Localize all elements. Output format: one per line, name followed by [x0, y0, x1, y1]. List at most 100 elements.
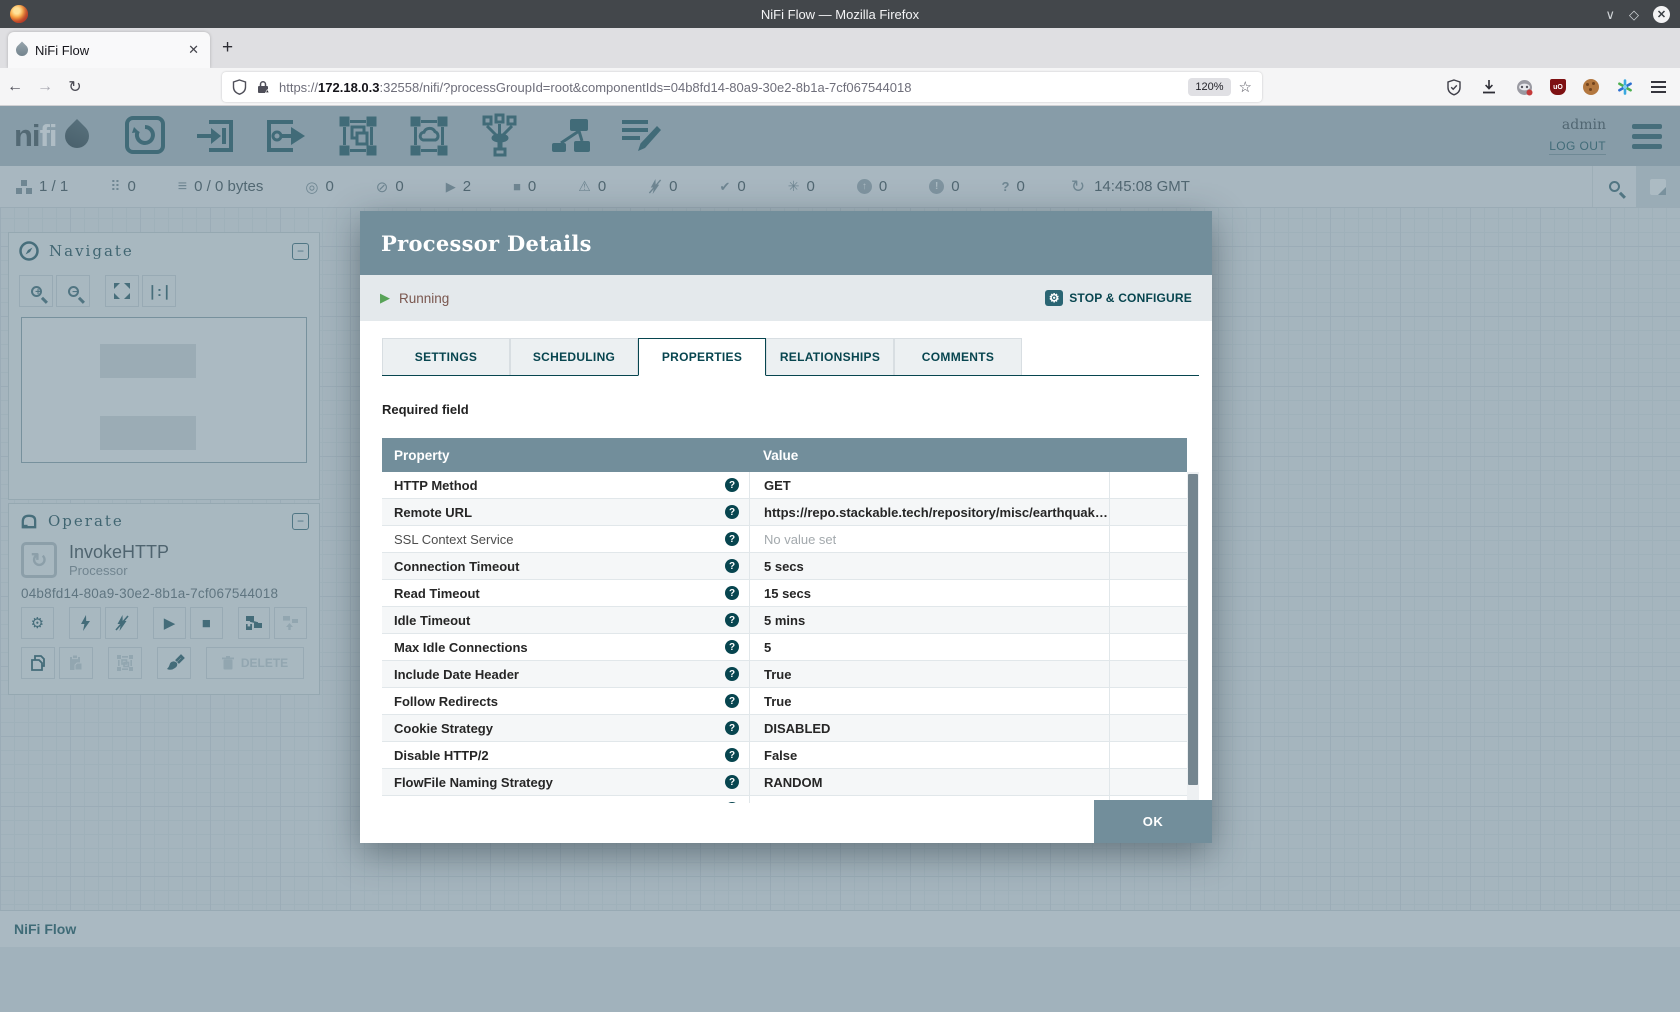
property-value[interactable]: RANDOM: [764, 775, 823, 790]
tab-scheduling[interactable]: SCHEDULING: [510, 338, 638, 375]
ublock-origin-icon[interactable]: uO: [1550, 79, 1566, 95]
property-name: Connection Timeout: [394, 559, 519, 574]
property-row-extra: [1109, 688, 1187, 714]
property-row: Disable HTTP/2? False: [382, 742, 1187, 769]
help-icon[interactable]: ?: [725, 505, 739, 519]
property-row: HTTP Method? GET: [382, 472, 1187, 499]
tracking-shield-icon[interactable]: [232, 79, 247, 95]
nifi-page: nifi: [0, 106, 1680, 1012]
property-value[interactable]: 5 mins: [764, 613, 805, 628]
window-titlebar: NiFi Flow — Mozilla Firefox ∨ ◇ ✕: [0, 0, 1680, 28]
property-row-extra: [1109, 472, 1187, 498]
table-scrollbar[interactable]: [1187, 472, 1199, 803]
browser-toolbar: ← → ↻ https://172.18.0.3:32558/nifi/?pro…: [0, 68, 1680, 106]
tab-properties[interactable]: PROPERTIES: [638, 338, 766, 376]
reload-icon[interactable]: ↻: [60, 77, 90, 97]
window-maximize-icon[interactable]: ◇: [1629, 8, 1639, 21]
help-icon[interactable]: ?: [725, 640, 739, 654]
pocket-shield-icon[interactable]: [1445, 78, 1463, 96]
properties-table-body: HTTP Method? GET Remote URL? https://rep…: [382, 472, 1199, 803]
help-icon[interactable]: ?: [725, 478, 739, 492]
tab-close-icon[interactable]: ✕: [185, 42, 202, 58]
url-text: https://172.18.0.3:32558/nifi/?processGr…: [279, 80, 1180, 95]
property-row: Attributes to Send? No value set: [382, 796, 1187, 803]
property-value[interactable]: True: [764, 694, 791, 709]
property-row: Remote URL? https://repo.stackable.tech/…: [382, 499, 1187, 526]
property-row: SSL Context Service? No value set: [382, 526, 1187, 553]
tab-relationships[interactable]: RELATIONSHIPS: [766, 338, 894, 375]
downloads-icon[interactable]: [1480, 78, 1498, 96]
property-row-extra: [1109, 499, 1187, 525]
properties-table-header: Property Value: [382, 438, 1187, 472]
property-value[interactable]: GET: [764, 478, 791, 493]
colorful-asterisk-extension-icon[interactable]: [1616, 78, 1634, 96]
dialog-status-row: ▶ Running ⚙ STOP & CONFIGURE: [360, 275, 1212, 321]
help-icon[interactable]: ?: [725, 559, 739, 573]
nifi-favicon: [14, 42, 31, 59]
property-row-extra: [1109, 607, 1187, 633]
property-row: Max Idle Connections? 5: [382, 634, 1187, 661]
forward-icon[interactable]: →: [30, 78, 60, 96]
property-row-extra: [1109, 526, 1187, 552]
browser-tabbar: NiFi Flow ✕ +: [0, 28, 1680, 68]
scrollbar-thumb[interactable]: [1188, 474, 1198, 785]
property-row: Include Date Header? True: [382, 661, 1187, 688]
connection-lock-icon[interactable]: [256, 80, 270, 95]
property-row-extra: [1109, 634, 1187, 660]
property-row: Read Timeout? 15 secs: [382, 580, 1187, 607]
property-row: Idle Timeout? 5 mins: [382, 607, 1187, 634]
dialog-tabs: SETTINGSSCHEDULINGPROPERTIESRELATIONSHIP…: [382, 338, 1199, 376]
property-value[interactable]: 15 secs: [764, 586, 811, 601]
property-name: SSL Context Service: [394, 532, 513, 547]
help-icon[interactable]: ?: [725, 775, 739, 789]
cookie-extension-icon[interactable]: [1583, 79, 1599, 95]
property-name: Include Date Header: [394, 667, 519, 682]
help-icon[interactable]: ?: [725, 613, 739, 627]
property-name: Follow Redirects: [394, 694, 498, 709]
help-icon[interactable]: ?: [725, 667, 739, 681]
zoom-level-badge[interactable]: 120%: [1188, 78, 1230, 96]
back-icon[interactable]: ←: [0, 78, 30, 96]
bookmark-star-icon[interactable]: ☆: [1239, 78, 1252, 96]
property-value[interactable]: 5: [764, 640, 771, 655]
window-close-icon[interactable]: ✕: [1653, 6, 1670, 23]
ok-button[interactable]: OK: [1094, 800, 1212, 843]
property-name: Cookie Strategy: [394, 721, 493, 736]
address-bar[interactable]: https://172.18.0.3:32558/nifi/?processGr…: [222, 72, 1262, 102]
value-column-header: Value: [749, 448, 1109, 463]
property-value[interactable]: False: [764, 748, 797, 763]
property-row-extra: [1109, 769, 1187, 795]
property-column-header: Property: [382, 448, 749, 463]
help-icon[interactable]: ?: [725, 748, 739, 762]
property-name: HTTP Method: [394, 478, 478, 493]
browser-tab[interactable]: NiFi Flow ✕: [8, 32, 210, 68]
property-row-extra: [1109, 742, 1187, 768]
window-title: NiFi Flow — Mozilla Firefox: [0, 7, 1680, 22]
property-value[interactable]: https://repo.stackable.tech/repository/m…: [764, 505, 1108, 520]
running-status-label: Running: [399, 291, 449, 306]
property-row-extra: [1109, 715, 1187, 741]
property-name: FlowFile Naming Strategy: [394, 775, 553, 790]
stop-and-configure-button[interactable]: ⚙ STOP & CONFIGURE: [1045, 290, 1192, 306]
help-icon[interactable]: ?: [725, 802, 739, 803]
property-value[interactable]: DISABLED: [764, 721, 830, 736]
dialog-header: Processor Details: [360, 211, 1212, 275]
help-icon[interactable]: ?: [725, 586, 739, 600]
help-icon[interactable]: ?: [725, 694, 739, 708]
window-minimize-icon[interactable]: ∨: [1605, 8, 1615, 21]
property-value[interactable]: No value set: [764, 532, 836, 547]
new-tab-button[interactable]: +: [222, 38, 233, 57]
property-row: Connection Timeout? 5 secs: [382, 553, 1187, 580]
property-row-extra: [1109, 580, 1187, 606]
property-name: Idle Timeout: [394, 613, 470, 628]
property-name: Disable HTTP/2: [394, 748, 489, 763]
tab-settings[interactable]: SETTINGS: [382, 338, 510, 375]
help-icon[interactable]: ?: [725, 721, 739, 735]
help-icon[interactable]: ?: [725, 532, 739, 546]
browser-menu-icon[interactable]: [1651, 81, 1666, 93]
property-value[interactable]: 5 secs: [764, 559, 804, 574]
property-value[interactable]: True: [764, 667, 791, 682]
tab-comments[interactable]: COMMENTS: [894, 338, 1022, 375]
property-value[interactable]: No value set: [764, 802, 836, 804]
extension-mask-icon[interactable]: [1515, 78, 1533, 96]
